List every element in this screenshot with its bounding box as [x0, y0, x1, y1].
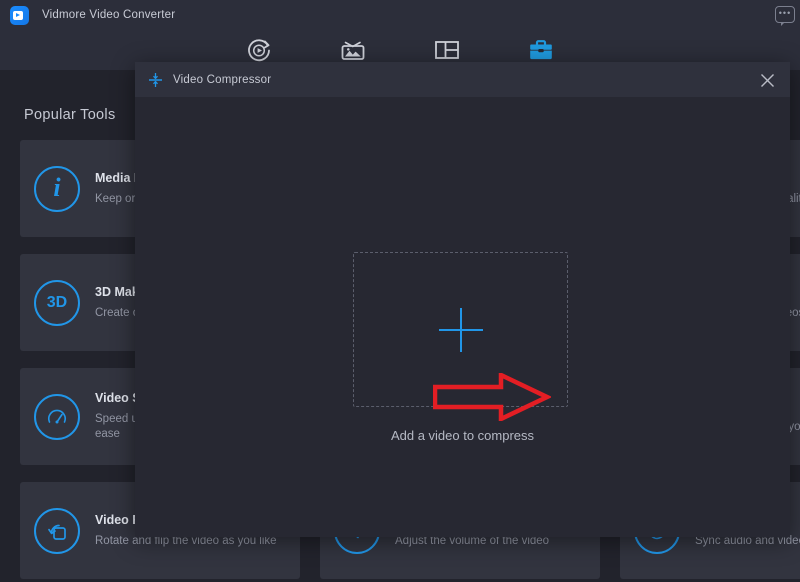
dropzone-label: Add a video to compress — [390, 428, 535, 443]
page-title: Popular Tools — [24, 107, 116, 123]
dialog-body: Add a video to compress — [135, 97, 790, 537]
compress-icon — [148, 72, 163, 88]
converter-circle-play-icon — [246, 37, 272, 63]
rotate-square-icon — [34, 507, 80, 554]
tab-mv[interactable] — [335, 35, 371, 65]
app-title: Vidmore Video Converter — [42, 9, 176, 21]
toolbox-briefcase-icon — [527, 37, 555, 63]
mv-picture-icon — [339, 37, 367, 63]
feedback-bubble-icon[interactable]: ••• — [775, 6, 795, 26]
app-logo-icon — [10, 5, 29, 25]
plus-icon — [438, 307, 483, 352]
info-circle-icon: i — [34, 165, 80, 212]
application-window: Vidmore Video Converter ••• Popular Tool… — [0, 0, 800, 582]
add-video-dropzone[interactable] — [353, 252, 568, 407]
collage-layout-icon — [433, 38, 461, 62]
dialog-header: Video Compressor — [135, 62, 790, 97]
speedometer-icon — [34, 393, 80, 440]
3d-circle-icon: 3D — [34, 279, 80, 326]
close-icon[interactable] — [757, 70, 777, 90]
tab-toolbox[interactable] — [523, 35, 559, 65]
title-bar: Vidmore Video Converter ••• — [0, 0, 800, 30]
tab-converter[interactable] — [241, 35, 277, 65]
tab-collage[interactable] — [429, 35, 465, 65]
video-compressor-dialog: Video Compressor Add a video to compress — [135, 62, 790, 537]
dialog-title: Video Compressor — [173, 73, 272, 86]
